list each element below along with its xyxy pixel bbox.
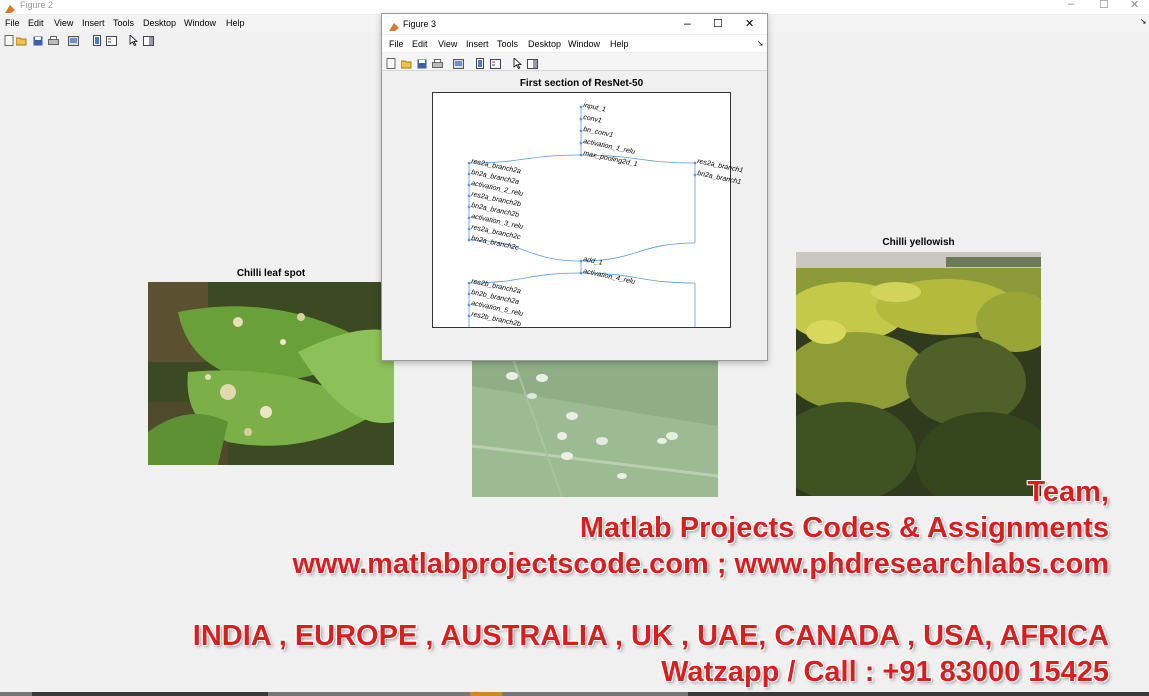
dock-arrow-icon[interactable]: ➘	[757, 39, 764, 48]
legend-icon[interactable]	[490, 56, 501, 74]
figure3-close-button[interactable]: ✕	[745, 17, 754, 30]
taskbar-item-active	[470, 692, 502, 696]
matlab-icon	[389, 19, 399, 31]
figure2-title: Figure 2	[20, 0, 54, 10]
menu-edit[interactable]: Edit	[28, 18, 44, 28]
minimize-button[interactable]: –	[1068, 0, 1074, 10]
new-file-icon[interactable]	[386, 56, 396, 74]
dock-arrow-icon[interactable]: ➘	[1140, 17, 1147, 26]
f3-menu-file[interactable]: File	[389, 39, 404, 49]
figure3-titlebar[interactable]	[382, 14, 767, 34]
menu-window[interactable]: Window	[184, 18, 216, 28]
legend-icon[interactable]	[106, 35, 117, 46]
open-folder-icon[interactable]	[16, 35, 27, 46]
colorbar-icon[interactable]	[476, 56, 484, 74]
menu-file[interactable]: File	[5, 18, 20, 28]
figure3-title: Figure 3	[403, 19, 437, 29]
figure2-titlebar	[0, 0, 1149, 14]
f3-menu-insert[interactable]: Insert	[466, 39, 489, 49]
print-preview-icon[interactable]	[453, 56, 464, 74]
print-preview-icon[interactable]	[68, 35, 79, 46]
overlay-contact: Watzapp / Call : +91 83000 15425	[661, 656, 1109, 688]
close-button[interactable]: ✕	[1130, 0, 1139, 11]
leaf-spot-image	[148, 282, 394, 465]
menu-view[interactable]: View	[54, 18, 73, 28]
layer-graph-axes[interactable]: input_1 conv1 bn_conv1 activation_1_relu max…	[432, 92, 744, 328]
overlay-heading: Matlab Projects Codes & Assignments	[579, 512, 1109, 544]
pointer-icon[interactable]	[128, 35, 139, 46]
f3-menu-view[interactable]: View	[438, 39, 457, 49]
colorbar-icon[interactable]	[91, 35, 102, 46]
print-icon[interactable]	[432, 56, 443, 74]
whitefly-leaf-image	[472, 356, 718, 497]
overlay-countries: INDIA , EUROPE , AUSTRALIA , UK , UAE, C…	[192, 620, 1109, 652]
plot-title: First section of ResNet-50	[519, 78, 644, 89]
menu-insert[interactable]: Insert	[82, 18, 105, 28]
pointer-icon[interactable]	[513, 56, 523, 74]
overlay-team: Team,	[1027, 476, 1109, 508]
f3-menu-help[interactable]: Help	[610, 39, 629, 49]
save-icon[interactable]	[32, 35, 43, 46]
subplot-title-yellowish: Chilli yellowish	[882, 237, 955, 248]
menu-tools[interactable]: Tools	[113, 18, 134, 28]
open-folder-icon[interactable]	[400, 56, 412, 74]
matlab-icon	[5, 1, 15, 13]
taskbar-item	[0, 692, 32, 696]
figure3-window[interactable]: Figure 3 – ☐ ✕ File Edit View Insert Too…	[381, 13, 768, 361]
figure3-minimize-button[interactable]: –	[684, 16, 691, 30]
menu-desktop[interactable]: Desktop	[143, 18, 176, 28]
figure3-maximize-button[interactable]: ☐	[713, 17, 723, 30]
property-editor-icon[interactable]	[527, 56, 538, 74]
f3-menu-desktop[interactable]: Desktop	[528, 39, 561, 49]
f3-menu-edit[interactable]: Edit	[412, 39, 428, 49]
property-editor-icon[interactable]	[143, 35, 154, 46]
f3-menu-tools[interactable]: Tools	[497, 39, 518, 49]
menu-help[interactable]: Help	[226, 18, 245, 28]
save-icon[interactable]	[417, 56, 427, 74]
overlay-websites: www.matlabprojectscode.com ; www.phdrese…	[292, 548, 1109, 580]
f3-menu-window[interactable]: Window	[568, 39, 600, 49]
subplot-title-leaf-spot: Chilli leaf spot	[236, 268, 306, 279]
print-icon[interactable]	[48, 35, 59, 46]
maximize-button[interactable]: ☐	[1099, 0, 1109, 11]
yellowish-field-image	[796, 252, 1041, 496]
new-file-icon[interactable]	[3, 35, 14, 46]
